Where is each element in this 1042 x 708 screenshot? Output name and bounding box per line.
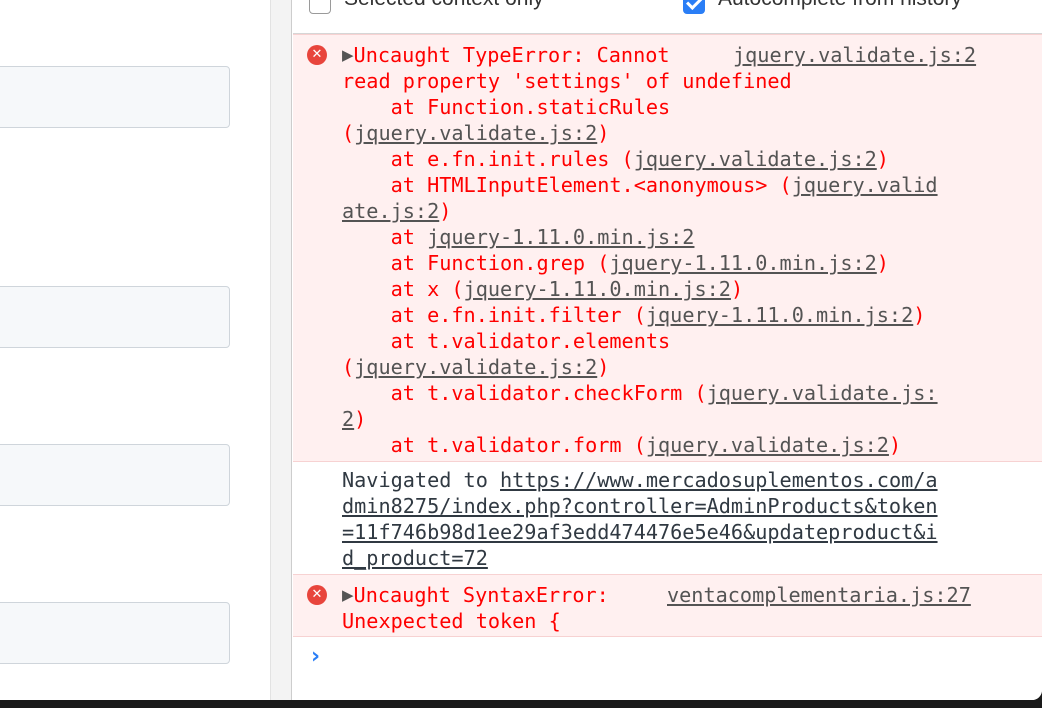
devtools-console: Selected context only Autocomplete from … xyxy=(293,0,1042,700)
error-x-icon: ✕ xyxy=(307,45,327,65)
autocomplete-checkbox[interactable] xyxy=(683,0,705,14)
prompt-chevron-icon[interactable]: › xyxy=(311,644,320,670)
stack-frame-text: ) xyxy=(354,407,367,431)
error-title-continued: Unexpected token { xyxy=(342,609,561,633)
panel-divider[interactable] xyxy=(270,0,292,700)
stack-frame-text: ) xyxy=(597,121,610,145)
stack-frame-link[interactable]: 2 xyxy=(342,407,354,431)
console-error-message[interactable]: ✕ ▶Uncaught SyntaxError: ventacomplement… xyxy=(293,574,1042,637)
screenshot-frame: Selected context only Autocomplete from … xyxy=(0,0,1042,700)
stack-frame-text: at x ( xyxy=(342,277,464,301)
stack-frame-link[interactable]: jquery.valid xyxy=(792,173,938,197)
stack-frame-text: ) xyxy=(876,251,889,275)
stack-frame-text: at t.validator.checkForm ( xyxy=(342,381,707,405)
navigated-url-part[interactable]: d_product=72 xyxy=(342,545,488,571)
stack-frame-link[interactable]: jquery.validate.js:2 xyxy=(354,121,597,145)
navigated-url-part[interactable]: =11f746b98d1ee29af3edd474476e5e46&update… xyxy=(342,519,938,545)
form-input-4[interactable] xyxy=(0,602,230,664)
stack-frame-text: ) xyxy=(730,277,744,301)
console-error-message[interactable]: ✕ ▶Uncaught TypeError: Cannot jquery.val… xyxy=(293,34,1042,462)
stack-frame-link[interactable]: jquery-1.11.0.min.js:2 xyxy=(609,251,876,275)
stack-frame-line: at Function.staticRules xyxy=(342,94,671,120)
stack-frame-link[interactable]: jquery.validate.js: xyxy=(707,381,938,405)
stack-frame-link[interactable]: jquery.validate.js:2 xyxy=(634,147,877,171)
expand-triangle-icon[interactable]: ▶ xyxy=(342,586,354,604)
expand-triangle-icon[interactable]: ▶ xyxy=(342,46,354,64)
form-input-1[interactable] xyxy=(0,66,230,128)
error-source-link[interactable]: jquery.validate.js:2 xyxy=(733,42,976,68)
stack-frame-line: (jquery.validate.js:2) xyxy=(342,120,609,146)
stack-frame-line: at x (jquery-1.11.0.min.js:2) xyxy=(342,276,743,302)
stack-frame-link[interactable]: jquery-1.11.0.min.js:2 xyxy=(464,277,731,301)
stack-frame-text: at Function.staticRules xyxy=(342,95,671,119)
stack-frame-text: at HTMLInputElement.<anonymous> ( xyxy=(342,173,792,197)
stack-frame-line: ate.js:2) xyxy=(342,198,451,224)
stack-frame-text: ) xyxy=(597,355,610,379)
stack-frame-text: at Function.grep ( xyxy=(342,251,610,275)
navigated-line-1: Navigated to https://www.mercadosuplemen… xyxy=(342,467,938,493)
stack-frame-line: at Function.grep (jquery-1.11.0.min.js:2… xyxy=(342,250,889,276)
error-x-icon: ✕ xyxy=(307,585,327,605)
selected-context-checkbox[interactable] xyxy=(309,0,331,14)
stack-frame-line: 2) xyxy=(342,406,366,432)
error-title-line[interactable]: ▶Uncaught TypeError: Cannot xyxy=(342,42,670,70)
stack-frame-line: (jquery.validate.js:2) xyxy=(342,354,609,380)
stack-frame-text: at e.fn.init.rules ( xyxy=(342,147,634,171)
stack-frame-link[interactable]: jquery-1.11.0.min.js:2 xyxy=(646,303,913,327)
stack-frame-line: at e.fn.init.filter (jquery-1.11.0.min.j… xyxy=(342,302,926,328)
error-title-line[interactable]: ▶Uncaught SyntaxError: xyxy=(342,582,609,610)
stack-frame-text: ) xyxy=(439,199,452,223)
stack-frame-link[interactable]: jquery.validate.js:2 xyxy=(646,433,889,457)
stack-frame-text: at xyxy=(342,225,428,249)
stack-frame-line: at jquery-1.11.0.min.js:2 xyxy=(342,224,695,250)
console-info-message: Navigated to https://www.mercadosuplemen… xyxy=(293,462,1042,574)
stack-frame-line: at e.fn.init.rules (jquery.validate.js:2… xyxy=(342,146,889,172)
stack-frame-text: at t.validator.form ( xyxy=(342,433,646,457)
stack-frame-text: at e.fn.init.filter ( xyxy=(342,303,646,327)
stack-frame-text: ( xyxy=(342,121,355,145)
page-form-area xyxy=(0,0,270,700)
navigated-url-part[interactable]: https://www.mercadosuplementos.com/a xyxy=(500,468,938,492)
error-source-link[interactable]: ventacomplementaria.js:27 xyxy=(667,582,971,608)
stack-frame-link[interactable]: ate.js:2 xyxy=(342,199,439,223)
form-input-3[interactable] xyxy=(0,444,230,506)
navigated-prefix: Navigated to xyxy=(342,468,501,492)
error-title: Uncaught TypeError: Cannot xyxy=(353,43,670,67)
stack-frame-link[interactable]: jquery.validate.js:2 xyxy=(354,355,597,379)
stack-frame-line: at t.validator.elements xyxy=(342,328,671,354)
stack-frame-link[interactable]: jquery-1.11.0.min.js:2 xyxy=(427,225,694,249)
stack-frame-line: at t.validator.form (jquery.validate.js:… xyxy=(342,432,901,458)
navigated-url-part[interactable]: dmin8275/index.php?controller=AdminProdu… xyxy=(342,493,938,519)
stack-frame-text: ( xyxy=(342,355,355,379)
error-title: Uncaught SyntaxError: xyxy=(353,583,609,607)
console-settings-bar: Selected context only Autocomplete from … xyxy=(293,0,1042,34)
stack-frame-line: at t.validator.checkForm (jquery.validat… xyxy=(342,380,938,406)
autocomplete-label: Autocomplete from history xyxy=(718,0,962,12)
selected-context-label: Selected context only xyxy=(344,0,544,12)
stack-frame-text: ) xyxy=(876,147,889,171)
error-title-continued: read property 'settings' of undefined xyxy=(342,69,792,93)
stack-frame-text: at t.validator.elements xyxy=(342,329,671,353)
stack-frame-text: ) xyxy=(913,303,926,327)
stack-frame-line: at HTMLInputElement.<anonymous> (jquery.… xyxy=(342,172,938,198)
form-input-2[interactable] xyxy=(0,286,230,348)
stack-frame-text: ) xyxy=(888,433,902,457)
